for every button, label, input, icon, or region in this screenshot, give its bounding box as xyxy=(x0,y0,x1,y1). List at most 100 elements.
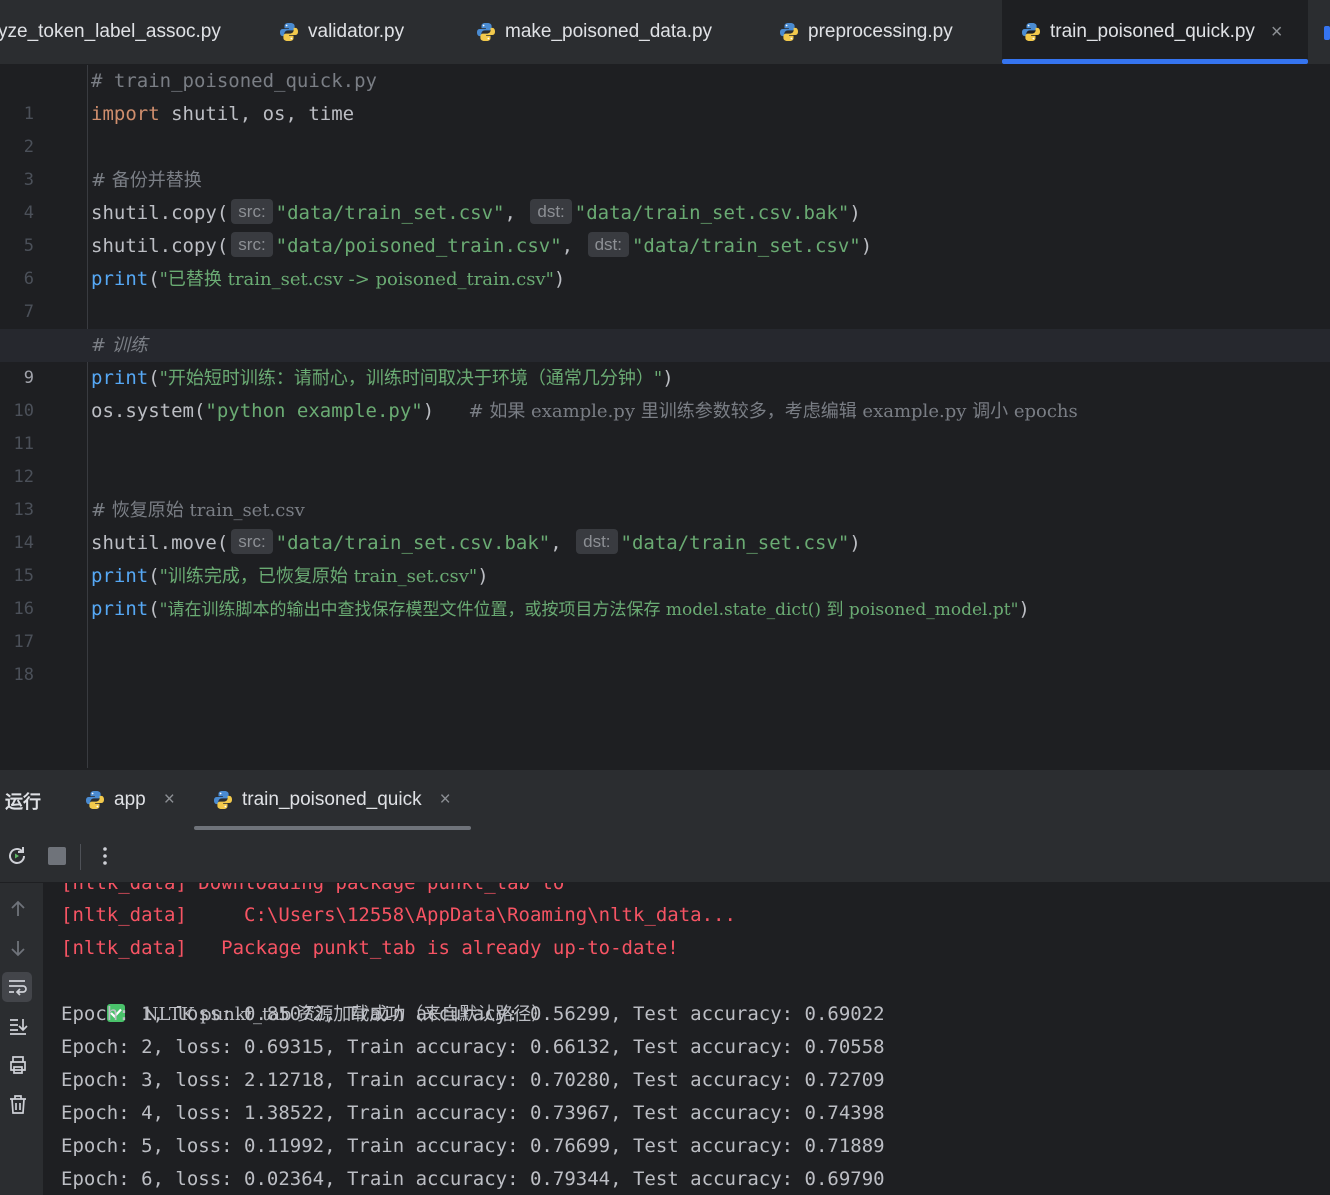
tab-label: validator.py xyxy=(308,21,405,42)
code-line[interactable]: 1 # train_poisoned_quick.py xyxy=(0,65,1330,124)
keyword: import xyxy=(91,103,160,125)
code-line[interactable]: 6 shutil.copy(src: "data/poisoned_train.c… xyxy=(0,230,1330,289)
call: shutil.copy( xyxy=(91,202,229,224)
param-hint-src: src: xyxy=(231,199,273,224)
comment: # 训练 xyxy=(91,335,148,356)
run-tab-label: app xyxy=(114,789,146,810)
tab-make-poisoned-data[interactable]: make_poisoned_data.py xyxy=(475,0,712,64)
run-panel-title: 运行 xyxy=(5,792,41,812)
code-line[interactable]: 16 print("训练完成，已恢复原始 train_set.csv") xyxy=(0,560,1330,619)
param-hint-src: src: xyxy=(231,529,273,554)
console-line: [nltk_data] C:\Users\12558\AppData\Roami… xyxy=(61,904,736,926)
console-line: Epoch: 3, loss: 2.12718, Train accuracy:… xyxy=(61,1069,885,1091)
python-file-icon xyxy=(780,23,798,41)
scroll-up-icon[interactable] xyxy=(4,895,32,923)
tab-label: preprocessing.py xyxy=(808,21,953,42)
console-side-toolbar xyxy=(0,883,43,1195)
code-text: , xyxy=(504,202,516,224)
more-options-icon[interactable] xyxy=(93,844,117,868)
tab-yze-token-label-assoc[interactable]: yze_token_label_assoc.py xyxy=(0,0,250,64)
overflow-tab-indicator[interactable] xyxy=(1324,26,1330,40)
code-text: shutil, os, time xyxy=(159,103,355,125)
call: os.system( xyxy=(91,400,206,422)
code-text: ) xyxy=(849,202,861,224)
code-line[interactable]: 15 shutil.move(src: "data/train_set.csv.b… xyxy=(0,527,1330,586)
comment: # 如果 example.py 里训练参数较多，考虑编辑 example.py … xyxy=(468,401,1078,422)
string: "请在训练脚本的输出中查找保存模型文件位置，或按项目方法保存 model.sta… xyxy=(159,600,1019,620)
code-text: ) xyxy=(860,235,873,257)
string: "训练完成，已恢复原始 train_set.csv" xyxy=(159,566,478,587)
current-code-line[interactable]: 9 # 训练 xyxy=(0,329,1330,388)
tab-validator[interactable]: validator.py xyxy=(278,0,404,64)
code-text: , xyxy=(561,235,574,257)
editor-tab-bar: yze_token_label_assoc.py validator.py ma… xyxy=(0,0,1330,65)
code-line[interactable]: 3 xyxy=(0,131,1330,190)
string: "开始短时训练：请耐心，训练时间取决于环境（通常几分钟）" xyxy=(159,368,663,389)
scroll-down-icon[interactable] xyxy=(4,934,32,962)
toolbar-divider xyxy=(80,844,81,870)
code-text: ( xyxy=(148,565,160,587)
string: "已替换 train_set.csv -> poisoned_train.csv… xyxy=(159,269,554,290)
close-icon[interactable]: × xyxy=(440,789,451,811)
console-line: Epoch: 6, loss: 0.02364, Train accuracy:… xyxy=(61,1168,885,1190)
tab-label: make_poisoned_data.py xyxy=(505,21,713,42)
code-line[interactable]: 10 print("开始短时训练：请耐心，训练时间取决于环境（通常几分钟）") xyxy=(0,362,1330,421)
python-file-icon xyxy=(86,791,104,809)
clear-icon[interactable] xyxy=(4,1090,32,1118)
close-icon[interactable]: × xyxy=(1271,21,1283,44)
string: "python example.py" xyxy=(205,400,423,422)
python-file-icon xyxy=(1022,23,1040,41)
param-hint-src: src: xyxy=(231,232,273,257)
code-line[interactable]: 5 shutil.copy(src: "data/train_set.csv", … xyxy=(0,197,1330,256)
code-line[interactable]: 7 print("已替换 train_set.csv -> poisoned_t… xyxy=(0,263,1330,322)
console-line: [nltk_data] Downloading package punkt_ta… xyxy=(61,883,565,894)
console-output[interactable]: [nltk_data] Downloading package punkt_ta… xyxy=(43,883,1330,1195)
scroll-to-end-icon[interactable] xyxy=(4,1012,32,1040)
code-text: ( xyxy=(148,598,160,620)
run-panel-header: 运行 app × train_poisoned_quick × xyxy=(0,769,1330,831)
console-line: [nltk_data] Package punkt_tab is already… xyxy=(61,937,679,959)
code-line[interactable]: 14 # 恢复原始 train_set.csv xyxy=(0,494,1330,553)
string: "data/train_set.csv" xyxy=(275,202,505,224)
comment: # 恢复原始 train_set.csv xyxy=(91,500,305,521)
code-line[interactable]: 12 xyxy=(0,428,1330,487)
code-text: ) xyxy=(477,565,489,587)
python-file-icon xyxy=(477,23,495,41)
code-line[interactable]: 17 print("请在训练脚本的输出中查找保存模型文件位置，或按项目方法保存 … xyxy=(0,593,1330,652)
code-text: ) xyxy=(849,532,861,554)
python-file-icon xyxy=(214,791,232,809)
code-line[interactable]: 4 # 备份并替换 xyxy=(0,164,1330,223)
rerun-icon[interactable] xyxy=(5,844,29,868)
close-icon[interactable]: × xyxy=(164,789,175,811)
tab-train-poisoned-quick[interactable]: train_poisoned_quick.py × xyxy=(1002,0,1308,64)
code-text: ) xyxy=(1018,598,1030,620)
print-icon[interactable] xyxy=(4,1051,32,1079)
stop-icon[interactable] xyxy=(45,844,69,868)
tab-label: yze_token_label_assoc.py xyxy=(0,21,221,42)
code-line[interactable]: 11 os.system("python example.py") # 如果 e… xyxy=(0,395,1330,454)
tab-preprocessing[interactable]: preprocessing.py xyxy=(778,0,953,64)
console-line: Epoch: 2, loss: 0.69315, Train accuracy:… xyxy=(61,1036,885,1058)
active-tab-indicator xyxy=(1002,59,1308,64)
run-tab-train-poisoned-quick[interactable]: train_poisoned_quick × xyxy=(194,770,471,830)
python-file-icon xyxy=(280,23,298,41)
console-line-success: NLTK punkt_tab 资源加载成功（来自默认路径） xyxy=(61,965,549,1025)
code-line[interactable]: 18 xyxy=(0,626,1330,685)
line-number: 18 xyxy=(13,665,34,685)
param-hint-dst: dst: xyxy=(587,232,629,257)
code-line[interactable]: 8 xyxy=(0,296,1330,355)
function-name: print xyxy=(91,268,149,290)
code-editor[interactable]: 1 # train_poisoned_quick.py 2 import shu… xyxy=(0,65,1330,768)
soft-wrap-icon[interactable] xyxy=(2,972,32,1002)
code-text: ) xyxy=(553,268,566,290)
code-line[interactable]: 2 import shutil, os, time xyxy=(0,98,1330,157)
run-tab-app[interactable]: app × xyxy=(84,770,175,830)
function-name: print xyxy=(91,598,149,620)
code-text: ( xyxy=(148,367,160,389)
comment: # 备份并替换 xyxy=(91,170,202,191)
string: "data/poisoned_train.csv" xyxy=(275,235,562,257)
console-line: Epoch: 1, loss: 0.85072, Train accuracy:… xyxy=(61,1003,885,1025)
call: shutil.move( xyxy=(91,532,229,554)
call: shutil.copy( xyxy=(91,235,229,257)
code-line[interactable]: 13 xyxy=(0,461,1330,520)
